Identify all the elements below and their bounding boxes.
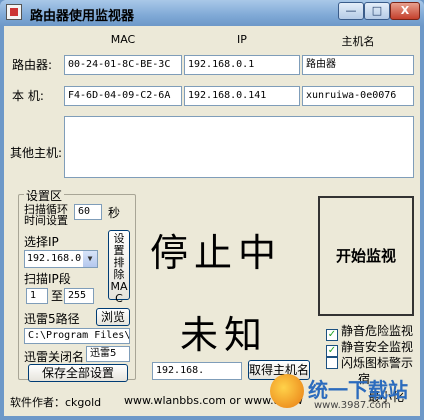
maximize-button[interactable]: □ [364, 2, 390, 20]
local-label: 本 机: [12, 89, 44, 103]
select-ip-dropdown[interactable]: 192.168.0. ▼ [24, 250, 98, 268]
column-header-ip: IP [237, 33, 247, 46]
range-to-input[interactable]: 255 [64, 288, 94, 304]
app-icon [6, 4, 22, 20]
scan-cycle-label-line2: 时间设置 [24, 214, 68, 227]
close-button[interactable]: X [390, 2, 420, 20]
thunder-close-label: 迅雷关闭名 [24, 350, 85, 364]
client-area: MAC IP 主机名 路由器: 00-24-01-8C-BE-3C 192.16… [4, 26, 420, 416]
range-to-label: 至 [51, 289, 64, 303]
local-ip-field[interactable]: 192.168.0.141 [184, 86, 300, 106]
thunder-path-label: 迅雷5路径 [24, 312, 80, 326]
title-bar: 路由器使用监视器 — □ X [0, 0, 424, 26]
minimize-button[interactable]: — [338, 2, 364, 20]
chevron-down-icon[interactable]: ▼ [83, 251, 97, 267]
local-hostname-field[interactable]: xunruiwa-0e0076 [302, 86, 414, 106]
thunder-close-input[interactable]: 迅雷5 [86, 346, 130, 362]
watermark-brand: 统一下载站 [308, 378, 408, 402]
start-monitor-button[interactable]: 开始监视 [318, 196, 414, 316]
settings-group-title: 设置区 [24, 187, 65, 204]
host-ip-input[interactable]: 192.168. [152, 362, 242, 380]
router-mac-field[interactable]: 00-24-01-8C-BE-3C [64, 55, 182, 75]
scan-range-label: 扫描IP段 [24, 272, 71, 286]
select-ip-value: 192.168.0. [27, 253, 88, 264]
watermark-logo-icon [270, 374, 304, 408]
scan-cycle-unit: 秒 [108, 206, 121, 220]
author-text: 软件作者：ckgold [10, 396, 102, 409]
scan-cycle-input[interactable]: 60 [74, 204, 102, 220]
other-hosts-list[interactable] [64, 116, 414, 178]
range-from-input[interactable]: 1 [26, 288, 48, 304]
mute-danger-label: 静音危险监视 [341, 324, 414, 338]
window-title: 路由器使用监视器 [30, 9, 135, 24]
set-exclude-mac-button[interactable]: 设置排除MAC [108, 230, 130, 305]
column-header-mac: MAC [110, 33, 136, 46]
status-state: 停止中 [150, 231, 283, 275]
save-all-settings-button[interactable]: 保存全部设置 [28, 364, 128, 382]
select-ip-label: 选择IP [24, 235, 59, 249]
scan-cycle-label: 扫描循环 时间设置 [24, 204, 68, 226]
other-hosts-label: 其他主机: [10, 146, 63, 160]
router-ip-field[interactable]: 192.168.0.1 [184, 55, 300, 75]
watermark-url: www.3987.com [314, 400, 391, 411]
local-mac-field[interactable]: F4-6D-04-09-C2-6A [64, 86, 182, 106]
router-label: 路由器: [12, 58, 53, 72]
thunder-path-input[interactable]: C:\Program Files\T [24, 328, 130, 344]
browse-button[interactable]: 浏览 [96, 308, 130, 326]
watermark: 统一下载站 www.3987.com [270, 368, 420, 416]
status-result: 未知 [180, 313, 269, 357]
mute-safe-label: 静音安全监视 [341, 340, 414, 354]
column-header-hostname: 主机名 [341, 35, 375, 48]
router-hostname-field[interactable]: 路由器 [302, 55, 414, 75]
